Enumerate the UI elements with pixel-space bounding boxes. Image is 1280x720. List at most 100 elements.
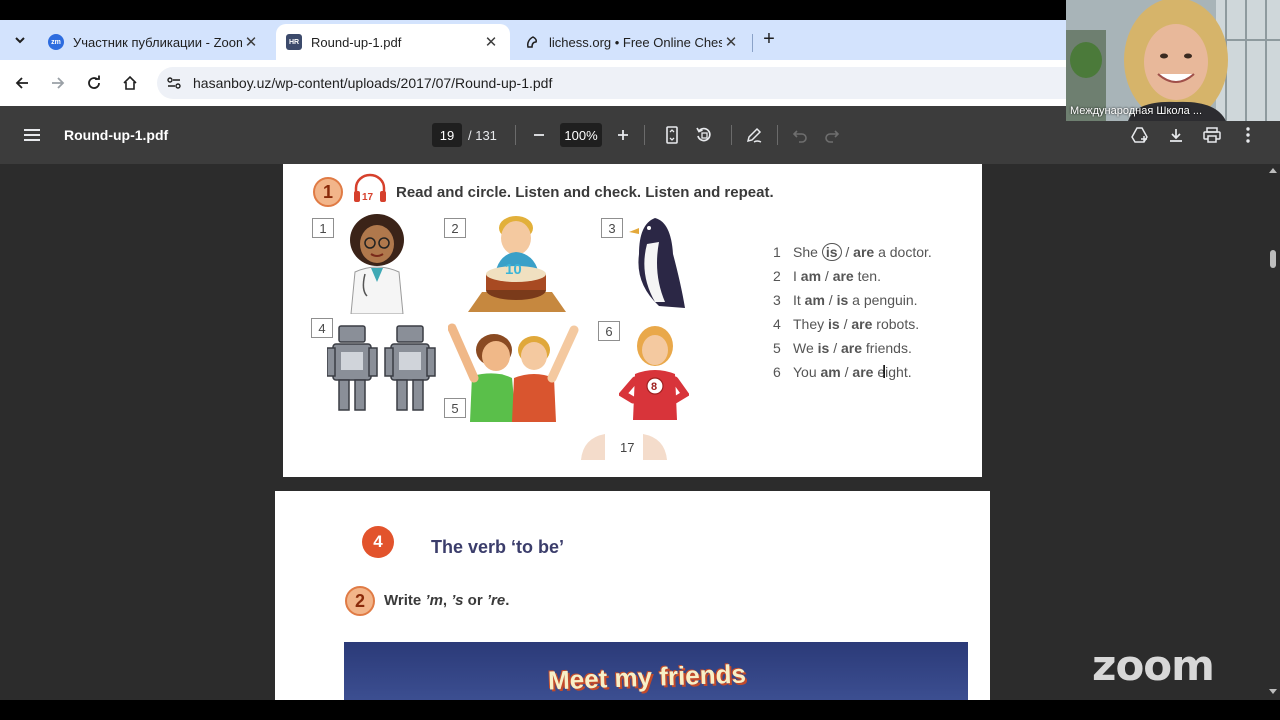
sentence-subject: You bbox=[793, 364, 817, 380]
zoom-icon: zm bbox=[48, 34, 64, 50]
sentence-row: 5 We is / are friends. bbox=[773, 340, 912, 356]
illustration-banner: Meet my friends bbox=[344, 642, 968, 700]
exercise-number: 2 bbox=[345, 586, 375, 616]
pdf-viewport[interactable]: 1 17 Read and circle. Listen and check. … bbox=[0, 164, 1266, 700]
new-tab-button[interactable]: + bbox=[758, 28, 780, 52]
tab-search-button[interactable] bbox=[8, 28, 32, 52]
cake-number: 10 bbox=[505, 261, 522, 278]
undo-icon bbox=[792, 130, 807, 143]
sentence-subject: She bbox=[793, 244, 818, 260]
zoom-participant-video[interactable]: Международная Школа ... bbox=[1066, 0, 1280, 121]
toolbar-divider bbox=[515, 125, 516, 145]
zoom-watermark-logo: zoom bbox=[1092, 641, 1215, 690]
sentence-subject: They bbox=[793, 316, 825, 332]
tab-title: Round-up-1.pdf bbox=[311, 34, 402, 50]
sentence-row: 6 You am / are eight. I bbox=[773, 361, 912, 382]
bottom-bar bbox=[0, 700, 1280, 720]
banner-title: Meet my friends bbox=[547, 658, 747, 696]
back-button[interactable] bbox=[10, 71, 34, 95]
picture-number: 6 bbox=[598, 321, 620, 341]
sentence-option: am bbox=[820, 364, 841, 380]
friends-illustration bbox=[448, 323, 579, 422]
reload-icon bbox=[88, 75, 100, 89]
pen-icon bbox=[746, 127, 762, 143]
site-settings-icon[interactable] bbox=[166, 75, 182, 91]
sentence-rest: friends. bbox=[865, 340, 912, 356]
reload-button[interactable] bbox=[82, 71, 106, 95]
sentence-number: 5 bbox=[773, 340, 781, 356]
page-number-input[interactable]: 19 bbox=[432, 123, 462, 147]
tab-title: Участник публикации - Zoom bbox=[73, 34, 242, 50]
picture-number: 1 bbox=[312, 218, 334, 238]
download-icon bbox=[1170, 129, 1182, 142]
url-text[interactable]: hasanboy.uz/wp-content/uploads/2017/07/R… bbox=[193, 75, 552, 91]
scroll-down-arrow[interactable] bbox=[1269, 689, 1277, 694]
chevron-down-icon bbox=[15, 37, 25, 44]
tab-divider bbox=[752, 34, 753, 52]
forward-button[interactable] bbox=[46, 71, 70, 95]
sentence-rest: ten. bbox=[857, 268, 881, 284]
fit-page-icon bbox=[666, 126, 678, 144]
tab-strip: zm Участник публикации - Zoom ✕ HR Round… bbox=[0, 20, 1066, 60]
annotate-button[interactable] bbox=[742, 123, 766, 147]
sentence-option: is bbox=[836, 292, 849, 308]
undo-button[interactable] bbox=[788, 123, 812, 147]
sentence-option: are bbox=[851, 316, 873, 332]
home-button[interactable] bbox=[118, 71, 142, 95]
more-vert-icon bbox=[1246, 127, 1250, 143]
lichess-icon bbox=[524, 34, 540, 50]
sentence-option: is bbox=[817, 340, 830, 356]
sentence-row: 3 It am / is a penguin. bbox=[773, 292, 918, 308]
drive-button[interactable] bbox=[1128, 123, 1152, 147]
sentence-row: 4 They is / are robots. bbox=[773, 316, 920, 332]
redo-button[interactable] bbox=[820, 123, 844, 147]
download-button[interactable] bbox=[1164, 123, 1188, 147]
sentence-row: 1 She is / are a doctor. bbox=[773, 243, 932, 261]
hr-icon: HR bbox=[286, 34, 302, 50]
browser-toolbar: hasanboy.uz/wp-content/uploads/2017/07/R… bbox=[0, 60, 1066, 106]
exercise-instruction: Read and circle. Listen and check. Liste… bbox=[396, 184, 774, 201]
rotate-button[interactable] bbox=[692, 123, 716, 147]
sentence-number: 4 bbox=[773, 316, 781, 332]
exercise-number: 1 bbox=[313, 177, 343, 207]
penguin-illustration bbox=[629, 218, 685, 308]
address-bar[interactable]: hasanboy.uz/wp-content/uploads/2017/07/R… bbox=[157, 67, 1066, 99]
sentence-rest: a penguin. bbox=[852, 292, 918, 308]
page-total: / 131 bbox=[468, 128, 497, 143]
sentence-rest: a doctor. bbox=[878, 244, 932, 260]
zoom-out-button[interactable] bbox=[527, 123, 551, 147]
page-number: 17 bbox=[620, 440, 635, 455]
close-icon[interactable]: ✕ bbox=[242, 33, 260, 51]
close-icon[interactable]: ✕ bbox=[482, 33, 500, 51]
section-number: 4 bbox=[362, 526, 394, 558]
zoom-in-button[interactable] bbox=[611, 123, 635, 147]
plus-icon bbox=[618, 130, 628, 140]
drive-add-icon bbox=[1131, 127, 1148, 143]
tab-lichess[interactable]: lichess.org • Free Online Chess ✕ bbox=[514, 24, 750, 60]
text-cursor-icon: I bbox=[881, 361, 887, 382]
tab-zoom[interactable]: zm Участник публикации - Zoom ✕ bbox=[38, 24, 270, 60]
section-title: The verb ‘to be’ bbox=[431, 537, 565, 557]
close-icon[interactable]: ✕ bbox=[722, 33, 740, 51]
menu-icon[interactable] bbox=[22, 125, 42, 145]
sentence-row: 2 I am / are ten. bbox=[773, 268, 881, 284]
sentence-number: 1 bbox=[773, 244, 781, 260]
pdf-scrollbar[interactable] bbox=[1266, 164, 1280, 700]
fit-page-button[interactable] bbox=[660, 123, 684, 147]
toolbar-divider bbox=[731, 125, 732, 145]
toolbar-divider bbox=[644, 125, 645, 145]
picture-number: 2 bbox=[444, 218, 466, 238]
boy-with-cake-illustration: 10 bbox=[468, 216, 566, 312]
scroll-up-arrow[interactable] bbox=[1269, 168, 1277, 173]
print-icon bbox=[1203, 127, 1221, 143]
print-button[interactable] bbox=[1200, 123, 1224, 147]
pdf-title: Round-up-1.pdf bbox=[64, 127, 169, 143]
zoom-level-input[interactable]: 100% bbox=[560, 123, 602, 147]
sentence-option: are bbox=[832, 268, 854, 284]
participant-video-frame bbox=[1066, 0, 1280, 121]
sentence-subject: I bbox=[793, 268, 797, 284]
tab-pdf[interactable]: HR Round-up-1.pdf ✕ bbox=[276, 24, 510, 60]
scrollbar-thumb[interactable] bbox=[1270, 250, 1276, 268]
more-options-button[interactable] bbox=[1236, 123, 1260, 147]
pdf-page: 4 The verb ‘to be’ 2 Write ’m, ’s or ’re… bbox=[275, 491, 990, 700]
